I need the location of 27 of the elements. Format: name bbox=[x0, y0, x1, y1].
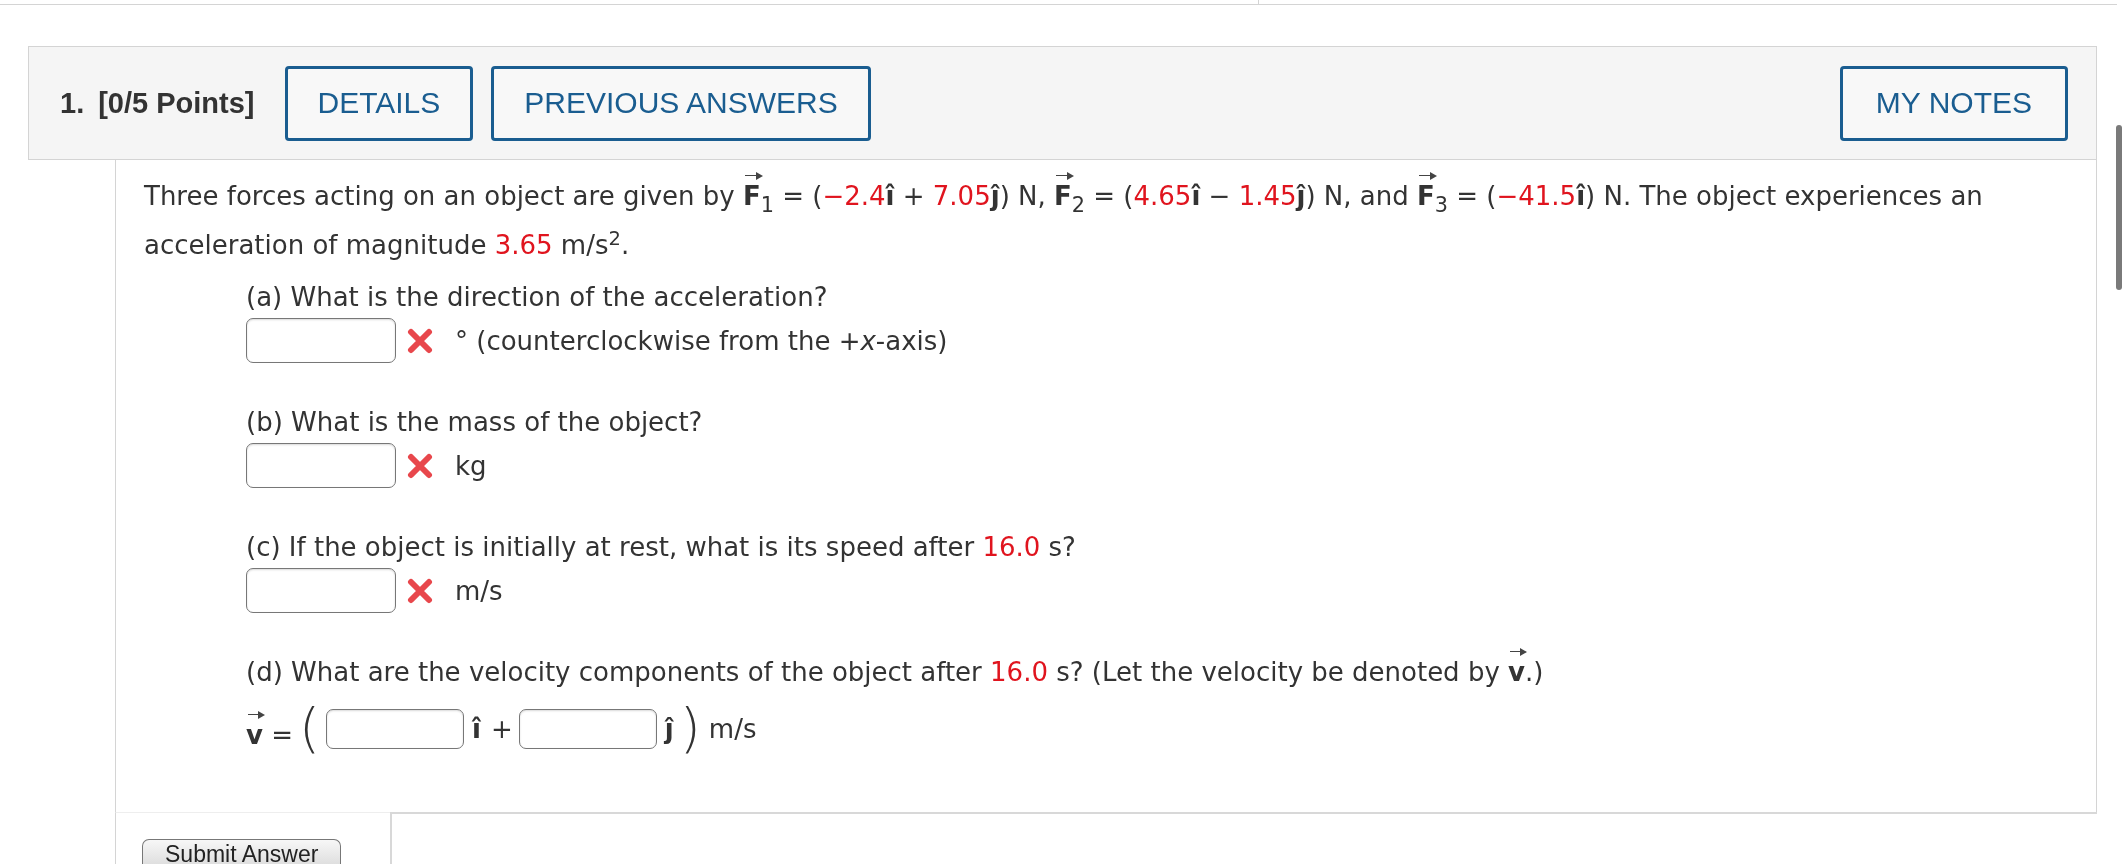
unit-vector-label: ĵ bbox=[664, 714, 674, 744]
points-label: [0/5 Points] bbox=[98, 86, 255, 120]
submit-answer-button[interactable]: Submit Answer bbox=[142, 839, 342, 864]
header-button[interactable]: PREVIOUS ANSWERS bbox=[491, 65, 871, 141]
question-number: 1. bbox=[60, 86, 85, 120]
velocity-label: v = bbox=[246, 708, 293, 750]
plus-sign: + bbox=[491, 714, 513, 744]
question-text: (c) If the object is initially at rest, what is its speed after 16.0 s? bbox=[246, 531, 1076, 562]
unit-label: kg bbox=[455, 450, 487, 481]
unit-label: m/s bbox=[455, 575, 503, 606]
scrollbar-thumb[interactable] bbox=[2116, 125, 2122, 290]
answer-field[interactable] bbox=[246, 568, 396, 613]
unit-vector-label: î bbox=[472, 714, 481, 744]
parenthesis: ) bbox=[679, 697, 701, 761]
unit-label: ° (counterclockwise from the +x-axis) bbox=[455, 325, 948, 356]
question-text: (d) What are the velocity components of the object after 16.0 s? (Let the velocity be denoted by v.) bbox=[246, 647, 1544, 687]
question-text: (b) What is the mass of the object? bbox=[246, 406, 703, 437]
header-button[interactable]: DETAILS bbox=[284, 65, 474, 141]
answer-field[interactable] bbox=[326, 709, 465, 749]
unit-label: m/s bbox=[708, 714, 757, 744]
question-text: (a) What is the direction of the acceleration? bbox=[246, 281, 828, 312]
answer-field[interactable] bbox=[518, 709, 657, 749]
answer-field[interactable] bbox=[246, 443, 396, 488]
problem-text: Three forces acting on an object are given by F$_{1}$ = (−2.4î + 7.05ĵ) N, F$_{2}$ = (4.65î − 1.45ĵ) N, and F$_{3}$ = (−41.5î) N. The object experiences an acceleration of magnitude 3.65 m/s$^{2}$. bbox=[144, 172, 1994, 270]
answer-field[interactable] bbox=[246, 318, 396, 363]
my-notes-button[interactable]: MY NOTES bbox=[1839, 65, 2068, 141]
parenthesis: ( bbox=[299, 697, 321, 761]
